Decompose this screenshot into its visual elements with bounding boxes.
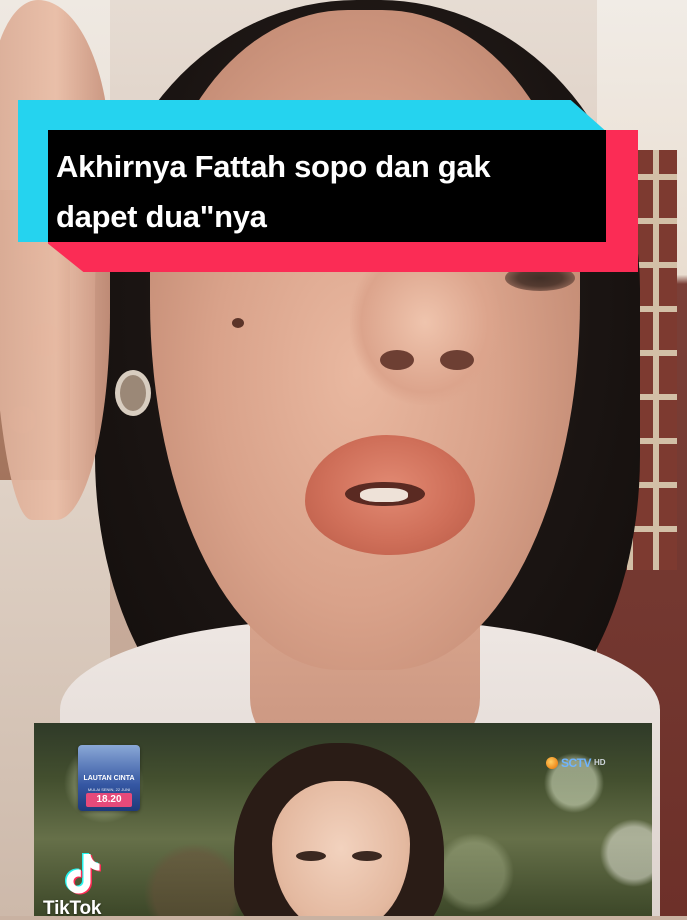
person-teeth bbox=[360, 488, 408, 502]
clip-promo-subtitle: MULAI SENIN, 22 JUNI bbox=[87, 787, 131, 792]
clip-channel-name: SCTV bbox=[561, 756, 592, 770]
caption-banner: Akhirnya Fattah sopo dan gak dapet dua"n… bbox=[18, 100, 638, 272]
clip-channel-logo: SCTV HD bbox=[546, 755, 606, 771]
clip-promo-title: LAUTAN CINTA bbox=[83, 775, 135, 782]
clip-channel-quality: HD bbox=[594, 758, 606, 767]
person-mole bbox=[232, 318, 244, 328]
person-nostril bbox=[380, 350, 414, 370]
tiktok-wordmark: TikTok bbox=[43, 898, 102, 919]
channel-logo-icon bbox=[546, 757, 558, 769]
person-earring bbox=[115, 370, 151, 416]
tiktok-icon bbox=[65, 853, 101, 895]
embedded-video-clip[interactable]: LAUTAN CINTA MULAI SENIN, 22 JUNI 18.20 … bbox=[34, 723, 652, 916]
clip-promo-time: 18.20 bbox=[86, 793, 132, 807]
caption-text: Akhirnya Fattah sopo dan gak dapet dua"n… bbox=[56, 149, 491, 234]
person-nose bbox=[350, 255, 500, 405]
person-nostril bbox=[440, 350, 474, 370]
clip-person-eye bbox=[296, 851, 326, 861]
clip-person-eye bbox=[352, 851, 382, 861]
clip-person-face bbox=[272, 781, 410, 916]
clip-promo-badge: LAUTAN CINTA MULAI SENIN, 22 JUNI 18.20 bbox=[78, 745, 140, 811]
